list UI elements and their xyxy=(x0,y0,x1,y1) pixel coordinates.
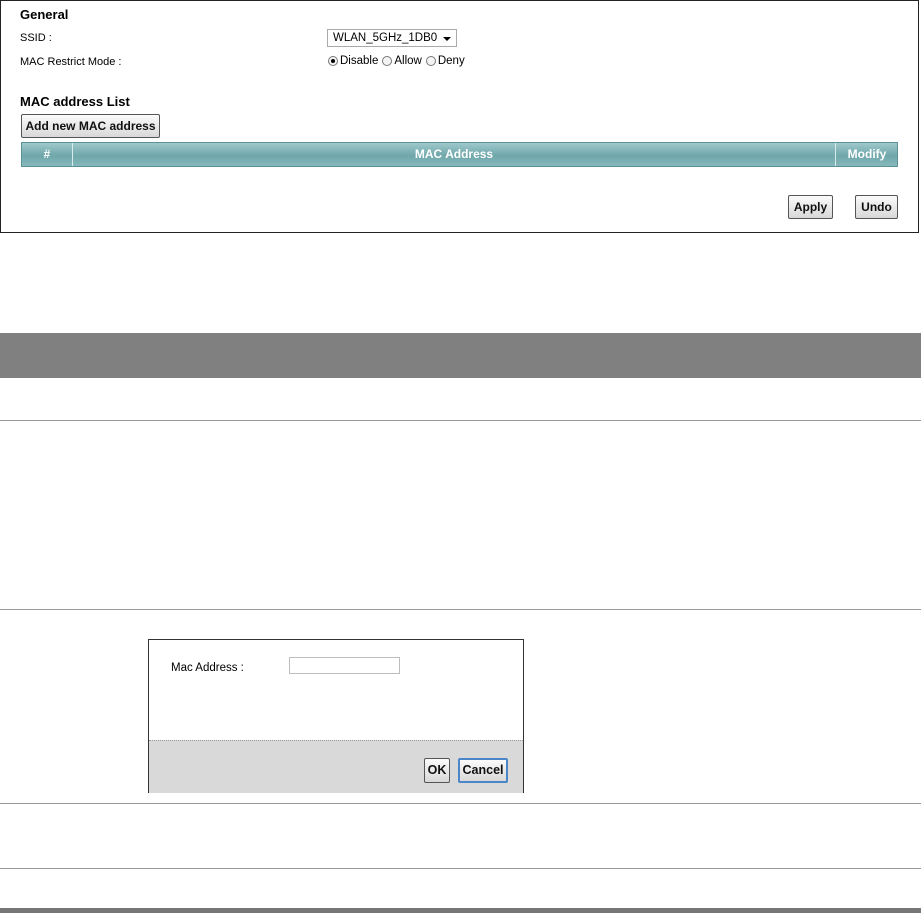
cancel-button[interactable]: Cancel xyxy=(458,758,508,783)
ok-button[interactable]: OK xyxy=(424,758,450,783)
mac-filter-panel: General SSID : WLAN_5GHz_1DB0 MAC Restri… xyxy=(0,0,919,233)
column-header-modify: Modify xyxy=(835,143,898,166)
apply-button[interactable]: Apply xyxy=(788,195,833,219)
general-heading: General xyxy=(20,7,69,22)
column-header-mac-address: MAC Address xyxy=(414,147,494,161)
radio-allow-label: Allow xyxy=(394,55,422,67)
ssid-select[interactable]: WLAN_5GHz_1DB0 xyxy=(327,29,457,47)
undo-button[interactable]: Undo xyxy=(855,195,898,219)
divider xyxy=(0,868,921,869)
add-mac-address-button[interactable]: Add new MAC address xyxy=(21,114,160,138)
column-header-number: # xyxy=(22,143,73,166)
divider xyxy=(0,609,921,610)
mac-address-label: Mac Address : xyxy=(171,662,244,674)
ssid-label: SSID : xyxy=(20,32,52,44)
mac-table-header: # MAC Address Modify xyxy=(21,142,898,167)
divider xyxy=(0,420,921,421)
add-mac-dialog: Mac Address : OK Cancel xyxy=(148,639,524,793)
ssid-select-value: WLAN_5GHz_1DB0 xyxy=(333,32,438,44)
mac-list-heading: MAC address List xyxy=(20,94,130,109)
mac-address-input[interactable] xyxy=(289,657,400,674)
chevron-down-icon xyxy=(443,37,451,41)
mac-restrict-mode-group: Disable Allow Deny xyxy=(328,55,469,67)
table-header-band xyxy=(0,333,921,378)
divider xyxy=(0,803,921,804)
radio-deny-label: Deny xyxy=(437,55,465,67)
mac-restrict-label: MAC Restrict Mode : xyxy=(20,56,122,68)
dialog-footer: OK Cancel xyxy=(149,740,523,793)
radio-disable[interactable] xyxy=(328,56,338,66)
radio-disable-label: Disable xyxy=(340,55,379,67)
radio-allow[interactable] xyxy=(382,56,393,66)
radio-deny[interactable] xyxy=(425,56,436,66)
bottom-border xyxy=(0,908,921,913)
